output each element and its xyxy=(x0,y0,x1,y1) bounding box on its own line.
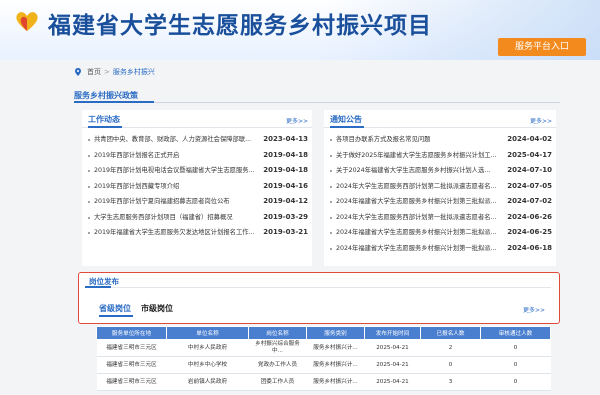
column-header: 岗位名称 xyxy=(248,326,307,340)
notices-header: 通知公告 更多>> xyxy=(324,110,556,128)
table-row[interactable]: 福建省三明市三元区 中村乡人民政府 乡村振兴综合服务中... 服务乡村振兴计..… xyxy=(96,339,551,357)
table-cell: 0 xyxy=(420,356,481,374)
column-header: 发布开始时间 xyxy=(364,326,421,340)
table-cell: 服务乡村振兴计... xyxy=(306,356,365,374)
jobs-table: 服务单位所在地 单位名称 岗位名称 服务类别 发布开始时间 已报名人数 审核通过… xyxy=(96,326,551,391)
notices-list: 各项目办联系方式及报名常见问题 2024-04-02 关于做好2025年福建省大学… xyxy=(324,128,556,256)
list-item[interactable]: 共青团中央、教育部、财政部、人力资源社会保障部联... 2023-04-13 xyxy=(82,132,312,148)
list-item[interactable]: 2024年大学生志愿服务西部计划第二批拟派遣志愿者名... 2024-07-05 xyxy=(324,179,556,195)
location-pin-icon xyxy=(75,68,81,76)
breadcrumb-home-link[interactable]: 首页 xyxy=(87,64,101,80)
list-item[interactable]: 2019年西部计划宁夏向福建招募志愿者岗位公布 2019-04-12 xyxy=(82,194,312,210)
section-divider xyxy=(74,101,560,103)
table-cell: 服务乡村振兴计... xyxy=(306,373,365,391)
table-cell: 2025-04-21 xyxy=(364,373,421,391)
tab-provincial-jobs[interactable]: 省级岗位 xyxy=(99,303,131,314)
job-postings-more-link[interactable]: 更多>> xyxy=(523,305,545,314)
table-header-row: 服务单位所在地 单位名称 岗位名称 服务类别 发布开始时间 已报名人数 审核通过… xyxy=(96,326,551,340)
list-item[interactable]: 2019年西部计划电视电话会议暨福建省大学生志愿服务... 2019-04-18 xyxy=(82,163,312,179)
work-news-more-link[interactable]: 更多>> xyxy=(286,116,308,125)
notices-title: 通知公告 xyxy=(330,115,362,124)
table-cell: 中村乡中心学校 xyxy=(166,356,249,374)
table-cell: 3 xyxy=(420,373,481,391)
table-cell: 中村乡人民政府 xyxy=(166,339,249,357)
list-item[interactable]: 2024年福建省大学生志愿服务乡村振兴计划第二批拟派... 2024-06-25 xyxy=(324,225,556,241)
breadcrumb: 首页 > 服务乡村振兴 xyxy=(74,64,560,80)
list-item[interactable]: 2024年福建省大学生志愿服务乡村振兴计划第一批拟派... 2024-06-18 xyxy=(324,241,556,257)
section-title: 服务乡村振兴政策 xyxy=(74,91,138,100)
breadcrumb-separator: > xyxy=(104,68,110,76)
list-item[interactable]: 各项目办联系方式及报名常见问题 2024-04-02 xyxy=(324,132,556,148)
table-cell: 2025-04-21 xyxy=(364,339,421,357)
service-portal-button[interactable]: 服务平台入口 xyxy=(498,38,586,56)
list-item[interactable]: 大学生志愿服务西部计划项目（福建省）招募概况 2019-03-29 xyxy=(82,210,312,226)
table-row[interactable]: 福建省三明市三元区 岩前镇人民政府 团委工作人员 服务乡村振兴计... 2025… xyxy=(96,373,551,391)
tab-city-jobs[interactable]: 市级岗位 xyxy=(141,303,173,314)
table-cell[interactable]: 党政办工作人员 xyxy=(248,356,307,374)
work-news-list: 共青团中央、教育部、财政部、人力资源社会保障部联... 2023-04-13 20… xyxy=(82,128,312,241)
heart-logo-icon xyxy=(16,12,38,31)
table-cell: 0 xyxy=(480,339,551,357)
list-item[interactable]: 2024年福建省大学生志愿服务乡村振兴计划第三批拟派... 2024-07-02 xyxy=(324,194,556,210)
work-news-header: 工作动态 更多>> xyxy=(82,110,312,128)
table-cell: 福建省三明市三元区 xyxy=(96,339,167,357)
table-cell: 0 xyxy=(480,373,551,391)
list-item[interactable]: 2019年西部计划报名正式开启 2019-04-18 xyxy=(82,148,312,164)
notices-more-link[interactable]: 更多>> xyxy=(530,116,552,125)
table-cell: 0 xyxy=(480,356,551,374)
table-cell: 福建省三明市三元区 xyxy=(96,373,167,391)
site-header: 福建省大学生志愿服务乡村振兴项目 服务平台入口 xyxy=(0,0,600,60)
table-cell: 服务乡村振兴计... xyxy=(306,339,365,357)
column-header: 服务单位所在地 xyxy=(96,326,167,340)
table-cell: 岩前镇人民政府 xyxy=(166,373,249,391)
column-header: 已报名人数 xyxy=(420,326,481,340)
list-item[interactable]: 关于2024年福建省大学生志愿服务乡村振兴计划人选... 2024-07-10 xyxy=(324,163,556,179)
active-tab-indicator xyxy=(99,315,133,317)
table-cell[interactable]: 乡村振兴综合服务中... xyxy=(248,339,307,357)
work-news-title: 工作动态 xyxy=(88,115,120,124)
breadcrumb-current[interactable]: 服务乡村振兴 xyxy=(113,64,155,80)
list-item[interactable]: 2019年福建省大学生志愿服务欠发达地区计划报名工作... 2019-03-21 xyxy=(82,225,312,241)
list-item[interactable]: 2019年西部计划西藏专项介绍 2019-04-16 xyxy=(82,179,312,195)
table-cell: 2 xyxy=(420,339,481,357)
table-cell: 2025-04-21 xyxy=(364,356,421,374)
site-title: 福建省大学生志愿服务乡村振兴项目 xyxy=(48,13,432,39)
notices-panel: 通知公告 更多>> 各项目办联系方式及报名常见问题 2024-04-02 关于做好… xyxy=(324,110,556,266)
table-row[interactable]: 福建省三明市三元区 中村乡中心学校 党政办工作人员 服务乡村振兴计... 202… xyxy=(96,356,551,374)
table-cell[interactable]: 团委工作人员 xyxy=(248,373,307,391)
column-header: 审核通过人数 xyxy=(480,326,551,340)
list-item[interactable]: 2024年大学生志愿服务西部计划第一批拟派遣志愿者名... 2024-06-26 xyxy=(324,210,556,226)
column-header: 服务类别 xyxy=(306,326,365,340)
column-header: 单位名称 xyxy=(166,326,249,340)
job-postings-box: 岗位发布 省级岗位 市级岗位 更多>> xyxy=(78,272,560,324)
list-item[interactable]: 关于做好2025年福建省大学生志愿服务乡村振兴计划工... 2025-04-17 xyxy=(324,148,556,164)
table-cell: 福建省三明市三元区 xyxy=(96,356,167,374)
work-news-panel: 工作动态 更多>> 共青团中央、教育部、财政部、人力资源社会保障部联... 202… xyxy=(82,110,312,266)
